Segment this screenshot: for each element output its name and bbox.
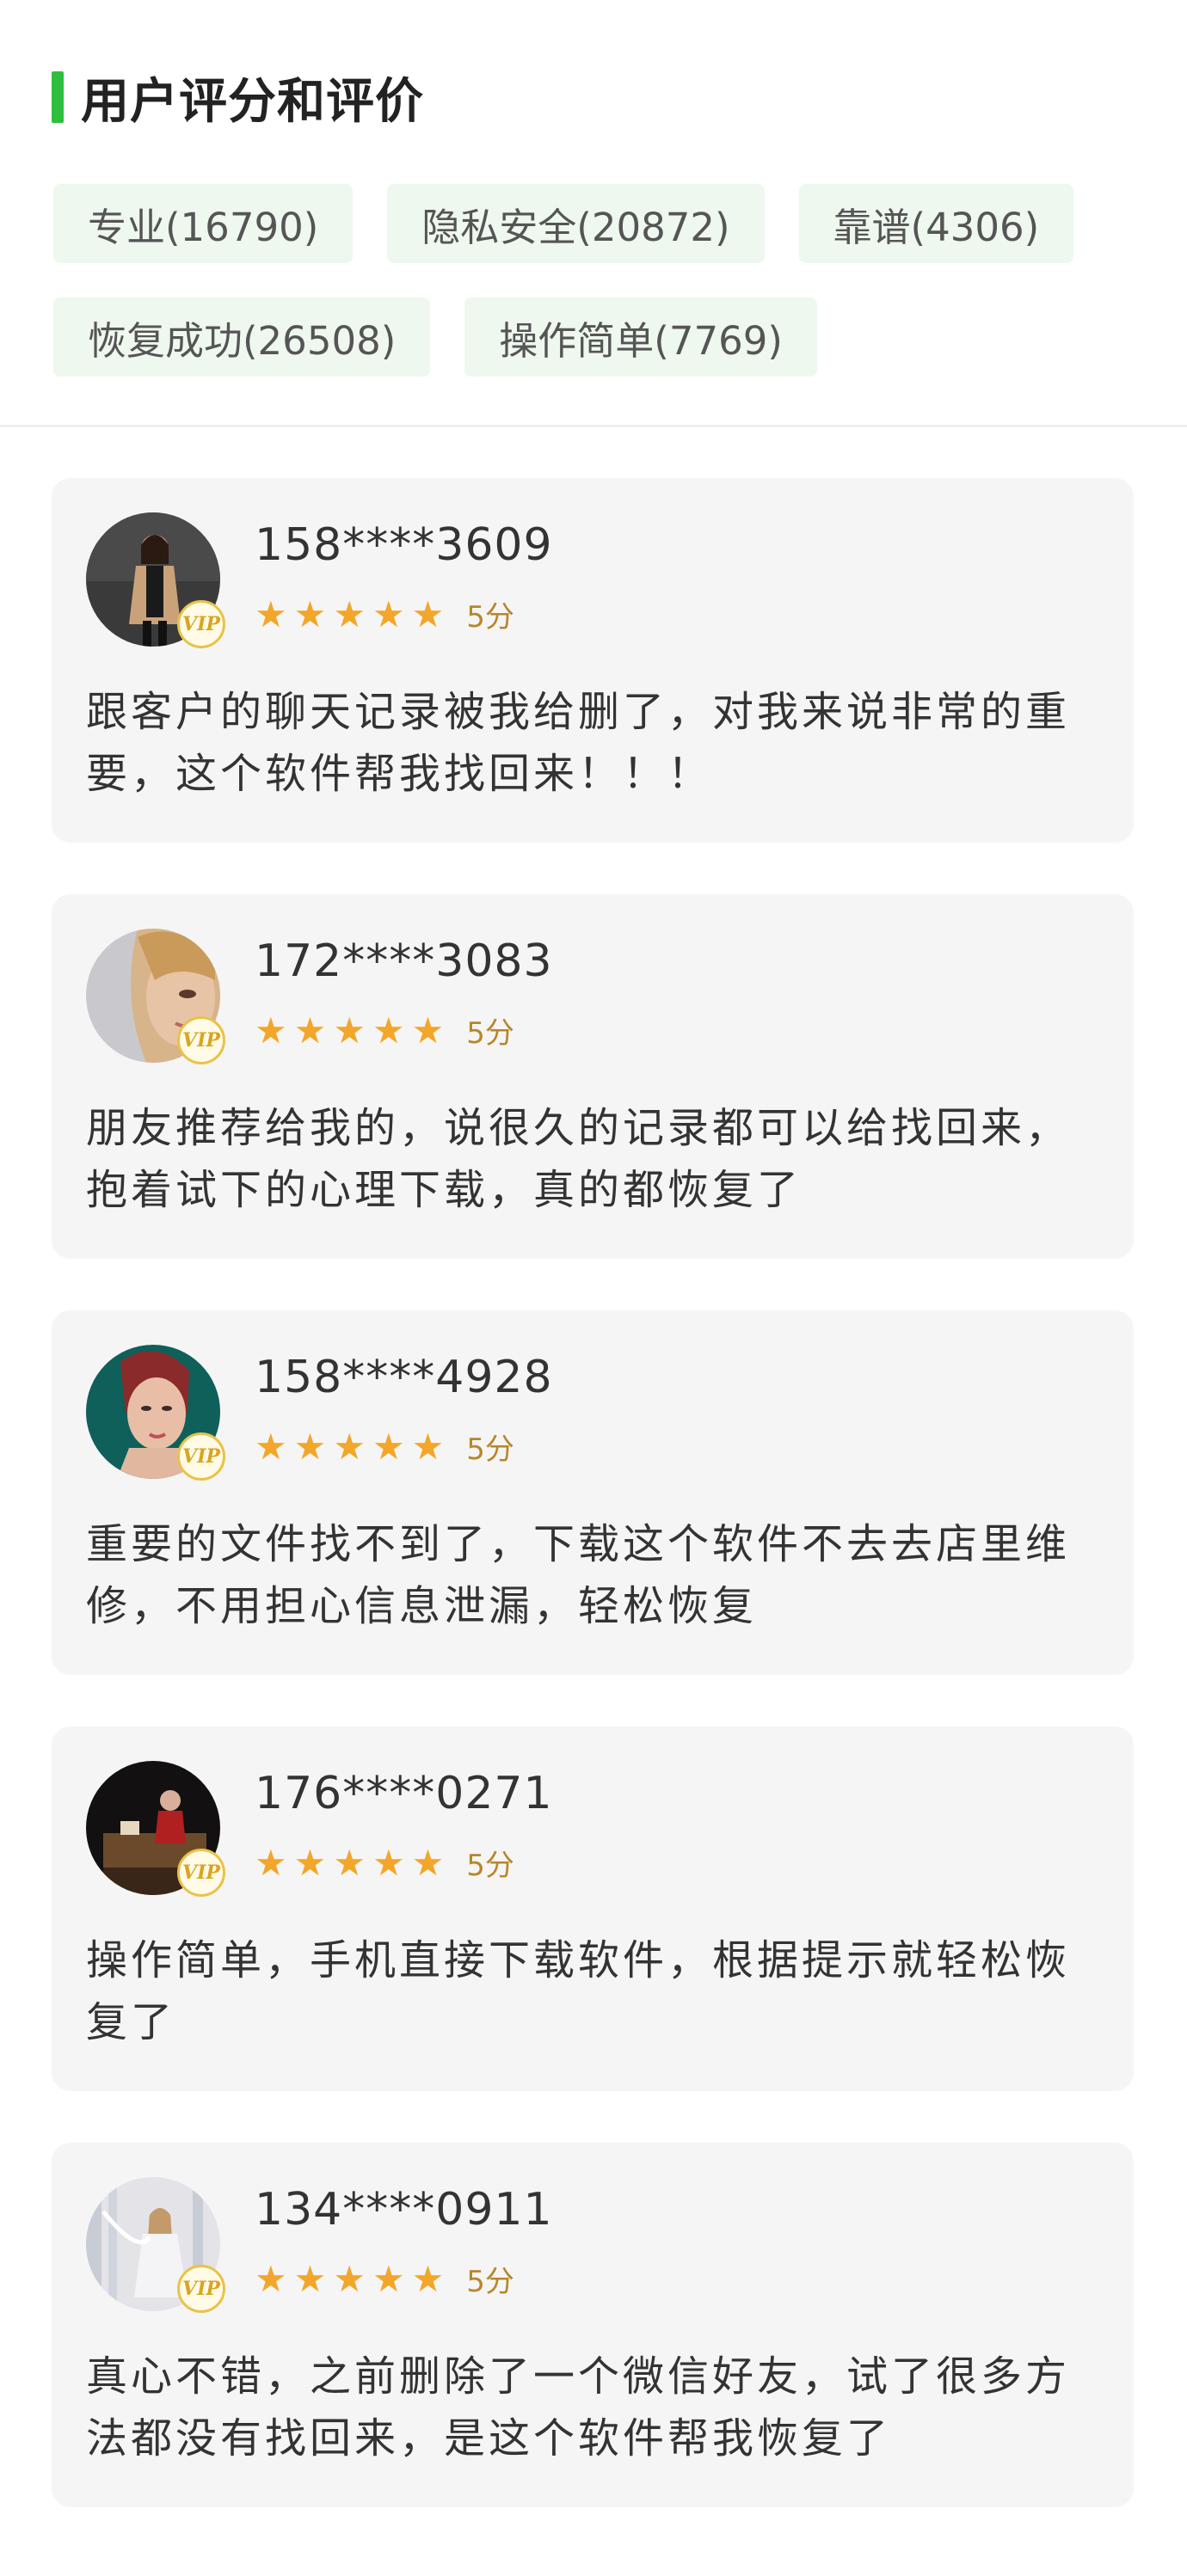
score-label: 5分 [466,1849,514,1883]
score-label: 5分 [466,2265,514,2299]
vip-badge: VIP [177,1432,225,1481]
reviewer-name: 176****0271 [255,1768,553,1819]
star-icon: ★ [255,1009,287,1052]
vip-badge: VIP [177,600,225,648]
page-title: 用户评分和评价 [81,73,424,130]
reviewer-name: 158****4928 [255,1352,553,1403]
review-text: 重要的文件找不到了，下载这个软件不去去店里维修，不用担心信息泄漏，轻松恢复 [86,1520,1071,1630]
rating-row: ★ ★ ★ ★ ★ 5分 [255,1426,514,1468]
star-rating: ★ ★ ★ ★ ★ [255,1841,445,1884]
star-icon: ★ [411,2257,445,2300]
review-card: VIP 158****4928 ★ ★ ★ ★ ★ 5分 重要的文件找不到了，下… [52,1310,1134,1675]
header-accent-bar [52,71,64,123]
star-icon: ★ [372,2257,405,2300]
review-text: 朋友推荐给我的，说很久的记录都可以给找回来，抱着试下的心理下载，真的都恢复了 [86,1104,1071,1214]
vip-badge: VIP [177,1849,225,1897]
reviewer-name: 172****3083 [255,935,553,987]
star-icon: ★ [333,1009,366,1052]
avatar-container: VIP [86,929,225,1064]
star-icon: ★ [372,592,405,635]
review-card: VIP 134****0911 ★ ★ ★ ★ ★ 5分 真心不错，之前删除了一… [52,2143,1134,2507]
star-icon: ★ [293,2257,327,2300]
review-card: VIP 172****3083 ★ ★ ★ ★ ★ 5分 朋友推荐给我的，说很久… [52,894,1134,1259]
review-text: 真心不错，之前删除了一个微信好友，试了很多方法都没有找回来，是这个软件帮我恢复了 [86,2352,1071,2463]
review-text: 操作简单，手机直接下载软件，根据提示就轻松恢复了 [86,1936,1071,2046]
star-icon: ★ [255,1425,287,1468]
rating-row: ★ ★ ★ ★ ★ 5分 [255,1842,514,1884]
avatar-container: VIP [86,512,225,648]
star-icon: ★ [333,1841,366,1884]
score-label: 5分 [466,1432,514,1467]
review-card: VIP 158****3609 ★ ★ ★ ★ ★ 5分 跟客户的聊天记录被我给… [52,478,1134,843]
rating-row: ★ ★ ★ ★ ★ 5分 [255,593,514,635]
rating-row: ★ ★ ★ ★ ★ 5分 [255,2258,514,2300]
review-text: 跟客户的聊天记录被我给删了，对我来说非常的重要，这个软件帮我找回来！！！ [86,688,1071,798]
star-icon: ★ [293,1425,327,1468]
star-icon: ★ [293,592,327,635]
rating-row: ★ ★ ★ ★ ★ 5分 [255,1009,514,1052]
star-icon: ★ [255,592,287,635]
reviewer-name: 158****3609 [255,519,553,571]
review-card: VIP 176****0271 ★ ★ ★ ★ ★ 5分 操作简单，手机直接下载… [52,1727,1134,2091]
star-icon: ★ [411,592,445,635]
reviewer-name: 134****0911 [255,2184,553,2236]
vip-badge: VIP [177,2265,225,2313]
star-icon: ★ [255,1841,287,1884]
avatar-container: VIP [86,1761,225,1897]
star-icon: ★ [333,592,366,635]
section-divider [0,425,1187,427]
tag-professional[interactable]: 专业(16790) [53,184,354,263]
star-icon: ★ [333,2257,366,2300]
vip-badge: VIP [177,1016,225,1064]
star-icon: ★ [293,1841,327,1884]
avatar-container: VIP [86,2177,225,2313]
section-header: 用户评分和评价 [52,67,424,130]
star-icon: ★ [411,1841,445,1884]
star-icon: ★ [372,1425,405,1468]
tag-privacy-security[interactable]: 隐私安全(20872) [387,184,765,263]
star-icon: ★ [411,1009,445,1052]
star-icon: ★ [372,1009,405,1052]
review-list: VIP 158****3609 ★ ★ ★ ★ ★ 5分 跟客户的聊天记录被我给… [52,478,1134,2559]
star-icon: ★ [372,1841,405,1884]
star-rating: ★ ★ ★ ★ ★ [255,2257,445,2300]
star-rating: ★ ★ ★ ★ ★ [255,592,445,635]
tag-recovery-success[interactable]: 恢复成功(26508) [53,297,431,377]
star-icon: ★ [411,1425,445,1468]
star-rating: ★ ★ ★ ★ ★ [255,1425,445,1468]
tag-easy-operation[interactable]: 操作简单(7769) [464,297,817,377]
star-rating: ★ ★ ★ ★ ★ [255,1009,445,1052]
star-icon: ★ [255,2257,287,2300]
rating-tags: 专业(16790) 隐私安全(20872) 靠谱(4306) 恢复成功(2650… [53,184,1137,377]
star-icon: ★ [333,1425,366,1468]
score-label: 5分 [466,1016,514,1051]
tag-reliable[interactable]: 靠谱(4306) [798,184,1074,263]
score-label: 5分 [466,600,514,635]
star-icon: ★ [293,1009,327,1052]
avatar-container: VIP [86,1345,225,1481]
